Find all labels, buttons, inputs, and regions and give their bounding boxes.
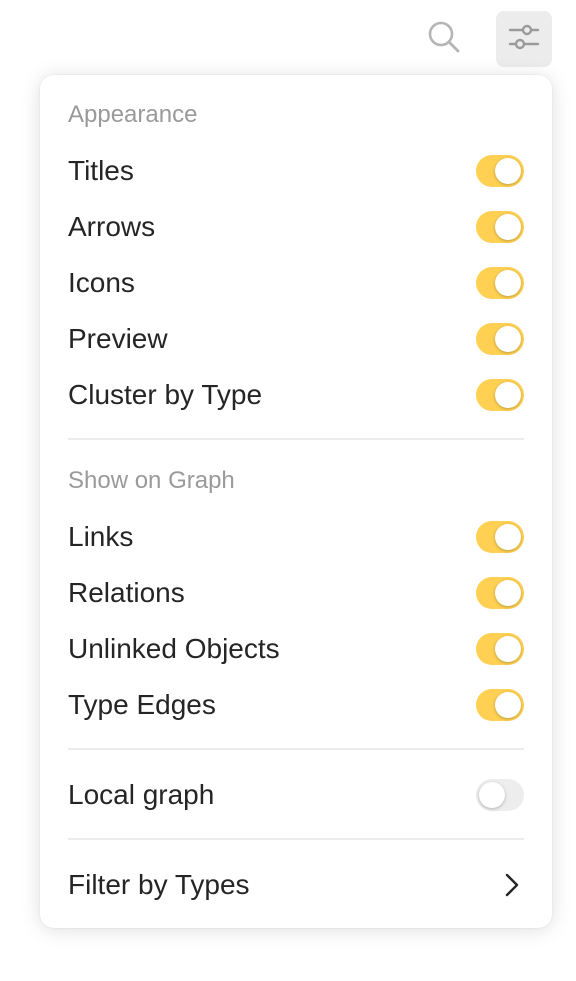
setting-row-titles[interactable]: Titles <box>68 149 524 193</box>
arrows-toggle[interactable] <box>476 211 524 243</box>
toggle-knob <box>495 524 521 550</box>
setting-label: Titles <box>68 155 134 186</box>
setting-label: Links <box>68 521 134 552</box>
setting-label: Cluster by Type <box>68 379 263 410</box>
toggle-knob <box>495 692 521 718</box>
setting-row-preview[interactable]: Preview <box>68 317 524 361</box>
setting-row-links[interactable]: Links <box>68 515 524 559</box>
toggle-knob <box>495 214 521 240</box>
search-button[interactable] <box>416 11 472 67</box>
preview-toggle[interactable] <box>476 323 524 355</box>
setting-row-type-edges[interactable]: Type Edges <box>68 683 524 727</box>
sliders-icon <box>508 21 540 58</box>
setting-row-cluster-by-type[interactable]: Cluster by Type <box>68 373 524 417</box>
toggle-knob <box>495 580 521 606</box>
toggle-knob <box>479 782 505 808</box>
section-title-appearance: Appearance <box>68 101 198 128</box>
divider <box>68 748 524 750</box>
graph-settings-button[interactable] <box>496 11 552 67</box>
section-title-show-on-graph: Show on Graph <box>68 467 235 494</box>
icons-toggle[interactable] <box>476 267 524 299</box>
cluster-by-type-toggle[interactable] <box>476 379 524 411</box>
toggle-knob <box>495 270 521 296</box>
setting-label: Relations <box>68 577 185 608</box>
divider <box>68 838 524 840</box>
toggle-knob <box>495 158 521 184</box>
setting-label: Arrows <box>68 211 156 242</box>
filter-by-types-row[interactable]: Filter by Types <box>68 863 524 907</box>
setting-label: Local graph <box>68 779 215 810</box>
type-edges-toggle[interactable] <box>476 689 524 721</box>
setting-row-icons[interactable]: Icons <box>68 261 524 305</box>
graph-settings-panel: Appearance Titles Arrows Icons Preview C… <box>40 75 552 928</box>
setting-row-relations[interactable]: Relations <box>68 571 524 615</box>
titles-toggle[interactable] <box>476 155 524 187</box>
local-graph-toggle[interactable] <box>476 779 524 811</box>
setting-label: Icons <box>68 267 135 298</box>
setting-row-local-graph[interactable]: Local graph <box>68 773 524 817</box>
relations-toggle[interactable] <box>476 577 524 609</box>
toggle-knob <box>495 636 521 662</box>
setting-row-unlinked-objects[interactable]: Unlinked Objects <box>68 627 524 671</box>
unlinked-objects-toggle[interactable] <box>476 633 524 665</box>
setting-label: Type Edges <box>68 689 216 720</box>
setting-row-arrows[interactable]: Arrows <box>68 205 524 249</box>
toggle-knob <box>495 382 521 408</box>
setting-label: Preview <box>68 323 168 354</box>
setting-label: Unlinked Objects <box>68 633 280 664</box>
chevron-right-icon <box>500 871 524 899</box>
filter-by-types-label: Filter by Types <box>68 869 250 900</box>
toggle-knob <box>495 326 521 352</box>
links-toggle[interactable] <box>476 521 524 553</box>
search-icon <box>426 19 462 60</box>
divider <box>68 438 524 440</box>
